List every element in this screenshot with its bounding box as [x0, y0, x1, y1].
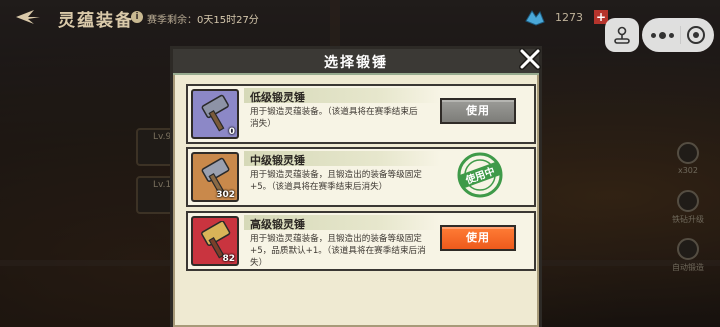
dialog-title: 选择锻锤 — [324, 55, 388, 71]
season-timer: 0天15时27分 — [197, 15, 259, 26]
item-count: 302 — [216, 190, 235, 200]
season-remaining: 赛季剩余：0天15时27分 — [147, 11, 259, 26]
hammer-name: 中级锻灵锤 — [250, 154, 305, 167]
season-label: 赛季剩余： — [147, 15, 197, 26]
info-icon[interactable]: i — [131, 11, 143, 23]
hammer-name: 高级锻灵锤 — [250, 218, 305, 231]
hammer-description: 用于锻造灵蕴装备。（该道具将在赛季结束后消失） — [250, 107, 418, 129]
in-use-stamp: 使用中 — [457, 152, 503, 198]
dialog-header: 选择锻锤 — [173, 49, 539, 75]
mini-program-capsule — [642, 18, 714, 52]
back-arrow-icon[interactable] — [14, 8, 42, 26]
use-button-disabled[interactable]: 使用 — [440, 98, 516, 124]
capsule-divider — [680, 26, 681, 44]
profile-button[interactable] — [605, 18, 639, 52]
hammer-item-frame[interactable]: 0 — [191, 89, 239, 139]
hammer-name: 低级锻灵锤 — [250, 91, 305, 104]
page-title: 灵蕴装备 — [58, 11, 134, 31]
item-count: 0 — [228, 127, 235, 137]
item-count: 82 — [222, 254, 235, 264]
hammer-card-mid: 302 中级锻灵锤 用于锻造灵蕴装备，且锻造出的装备等级固定+5。（该道具将在赛… — [186, 147, 536, 207]
more-menu-icon[interactable] — [651, 31, 674, 39]
hammer-card-low: 0 低级锻灵锤 用于锻造灵蕴装备。（该道具将在赛季结束后消失） 使用 — [186, 84, 536, 144]
hammer-item-frame[interactable]: 82 — [191, 216, 239, 266]
hammer-description: 用于锻造灵蕴装备，且锻造出的装备等级固定+5。（该道具将在赛季结束后消失） — [250, 170, 422, 192]
exit-icon[interactable] — [687, 26, 705, 44]
close-icon[interactable] — [518, 47, 542, 71]
crystal-currency-icon — [525, 10, 545, 26]
select-hammer-dialog: 选择锻锤 0 低级锻灵锤 用于锻造灵蕴装备。（该道具将在赛季结束后消失） 使用 … — [170, 46, 542, 327]
top-bar: 灵蕴装备 i 赛季剩余：0天15时27分 1273 + — [0, 0, 720, 52]
currency-value: 1273 — [555, 11, 583, 24]
joystick-icon — [614, 26, 630, 44]
use-button[interactable]: 使用 — [440, 225, 516, 251]
hammer-description: 用于锻造灵蕴装备，且锻造出的装备等级固定+5，品质默认+1。（该道具将在赛季结束… — [250, 234, 426, 268]
hammer-item-frame[interactable]: 302 — [191, 152, 239, 202]
hammer-card-high: 82 高级锻灵锤 用于锻造灵蕴装备，且锻造出的装备等级固定+5，品质默认+1。（… — [186, 211, 536, 271]
